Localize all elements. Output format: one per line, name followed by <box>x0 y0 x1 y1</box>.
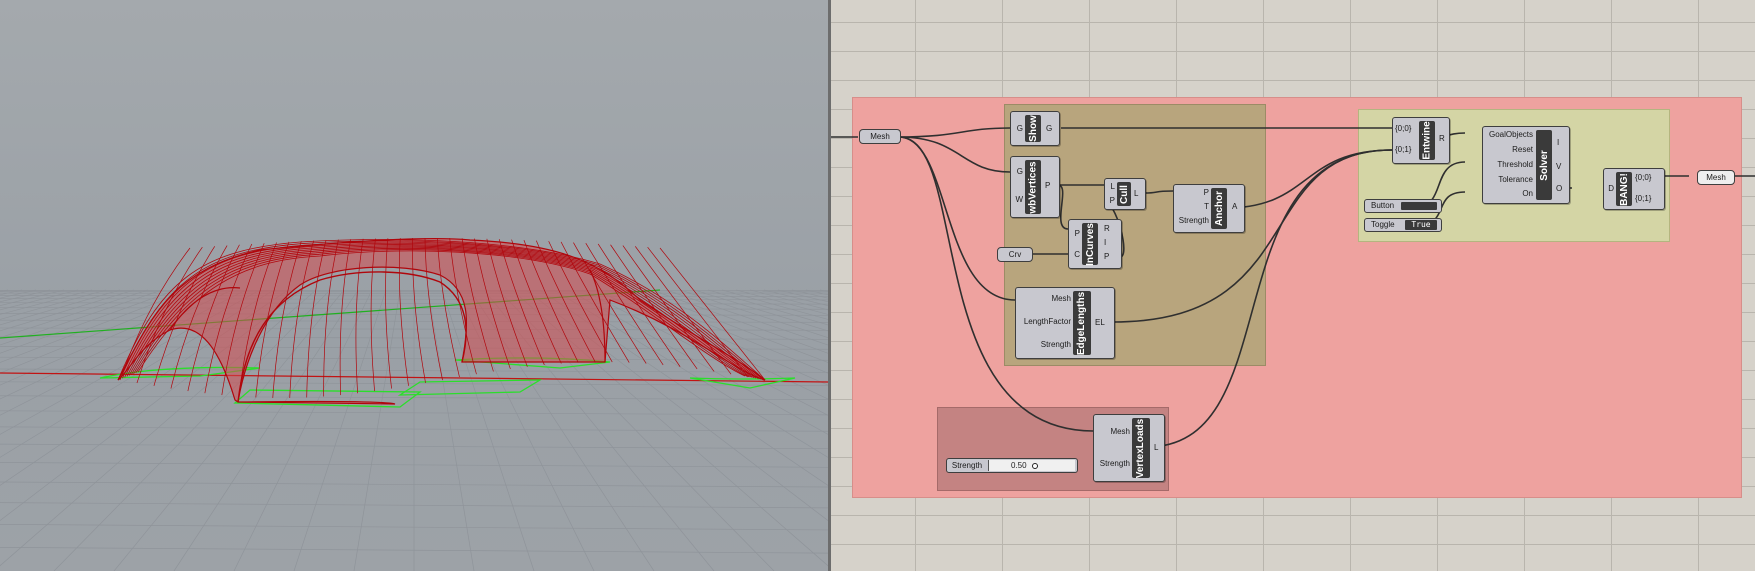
solver-input-tolerance[interactable]: Tolerance <box>1485 175 1533 185</box>
vertexloads-title: VertexLoads <box>1132 418 1150 478</box>
cull-title: Cull <box>1117 182 1131 206</box>
show-component[interactable]: G Show G <box>1010 111 1060 146</box>
grid-line <box>763 289 828 306</box>
grid-line <box>293 289 387 571</box>
anchor-output-a[interactable]: A <box>1232 202 1237 212</box>
entwine-input-0[interactable]: {0;0} <box>1395 124 1417 134</box>
strength-slider[interactable]: Strength 0.50 <box>946 458 1078 473</box>
cull-output-l[interactable]: L <box>1134 189 1138 199</box>
solver-component[interactable]: GoalObjects Reset Threshold Tolerance On… <box>1482 126 1570 204</box>
cull-input-l[interactable]: L <box>1107 182 1115 192</box>
toggle-value[interactable]: True <box>1405 220 1437 230</box>
cull-component[interactable]: L P Cull L <box>1104 178 1146 210</box>
reset-button[interactable]: Button <box>1364 199 1442 213</box>
solver-output-i[interactable]: I <box>1557 138 1559 148</box>
edgelengths-component[interactable]: Mesh LengthFactor Strength EdgeLengths E… <box>1015 287 1115 359</box>
strength-slider-label: Strength <box>951 461 983 470</box>
wire-mesh-wbvertices <box>898 136 1011 173</box>
bang-output-1[interactable]: {0;1} <box>1635 194 1651 204</box>
entwine-title: Entwine <box>1419 121 1435 160</box>
wire-edge-entwine <box>1112 149 1393 323</box>
wire-mesh-show <box>898 127 1011 138</box>
incurves-output-r[interactable]: R <box>1104 224 1110 234</box>
anchor-curve <box>397 379 543 396</box>
grid-line <box>0 289 205 374</box>
show-input-g[interactable]: G <box>1014 124 1023 134</box>
construction-grid <box>0 289 828 571</box>
boolean-toggle[interactable]: Toggle True <box>1364 218 1442 232</box>
bang-output-0[interactable]: {0;0} <box>1635 173 1651 183</box>
grid-line <box>353 289 401 571</box>
wire-mesh-vertexloads <box>898 136 1094 432</box>
output-mesh-param[interactable]: Mesh <box>1697 170 1735 185</box>
solver-input-threshold[interactable]: Threshold <box>1485 160 1533 170</box>
wbvertices-input-g[interactable]: G <box>1014 167 1023 177</box>
edgelengths-input-lengthfactor[interactable]: LengthFactor <box>1018 317 1071 327</box>
grid-line <box>0 289 219 386</box>
wbvertices-component[interactable]: G W wbVertices P <box>1010 156 1060 218</box>
anchor-title: Anchor <box>1211 188 1227 229</box>
viewport-scene <box>0 237 828 571</box>
incurves-output-i[interactable]: I <box>1104 238 1106 248</box>
grid-line <box>805 289 828 296</box>
mesh-param[interactable]: Mesh <box>859 129 901 144</box>
bang-input-d[interactable]: D <box>1606 184 1614 194</box>
solver-output-v[interactable]: V <box>1556 162 1561 172</box>
incurves-input-c[interactable]: C <box>1072 250 1080 260</box>
grid-line <box>0 289 65 306</box>
rhino-viewport[interactable] <box>0 0 828 571</box>
vertexloads-input-strength[interactable]: Strength <box>1096 459 1130 469</box>
vertexloads-input-mesh[interactable]: Mesh <box>1096 427 1130 437</box>
grid-line <box>0 289 79 311</box>
entwine-output-r[interactable]: R <box>1439 134 1445 144</box>
strength-slider-track[interactable]: 0.50 <box>988 460 1075 471</box>
incurves-output-p[interactable]: P <box>1104 252 1109 262</box>
bang-component[interactable]: D BANG! {0;0} {0;1} <box>1603 168 1665 210</box>
grid-line <box>0 289 23 296</box>
crv-param[interactable]: Crv <box>997 247 1033 262</box>
bang-title: BANG! <box>1616 172 1632 206</box>
edgelengths-input-strength[interactable]: Strength <box>1018 340 1071 350</box>
anchor-input-strength[interactable]: Strength <box>1176 216 1209 226</box>
strength-slider-knob[interactable] <box>1032 463 1038 469</box>
entwine-component[interactable]: {0;0} {0;1} Entwine R <box>1392 117 1450 164</box>
wbvertices-input-w[interactable]: W <box>1014 195 1023 205</box>
vertexloads-output-l[interactable]: L <box>1154 443 1158 453</box>
incurves-title: InCurves <box>1082 223 1098 265</box>
show-title: Show <box>1025 115 1041 142</box>
wire-cull-anchor <box>1143 190 1174 194</box>
grid-line <box>53 289 331 571</box>
edgelengths-title: EdgeLengths <box>1073 291 1091 355</box>
solver-output-o[interactable]: O <box>1556 184 1562 194</box>
anchor-input-t[interactable]: T <box>1176 202 1209 212</box>
anchor-input-p[interactable]: P <box>1176 188 1209 198</box>
vertexloads-component[interactable]: Mesh Strength VertexLoads L <box>1093 414 1165 482</box>
incurves-component[interactable]: P C InCurves R I P <box>1068 219 1122 269</box>
wbvertices-output-p[interactable]: P <box>1045 181 1050 191</box>
edgelengths-input-mesh[interactable]: Mesh <box>1018 294 1071 304</box>
strength-slider-value: 0.50 <box>1011 461 1027 470</box>
solver-input-goalobjects[interactable]: GoalObjects <box>1485 130 1533 140</box>
mesh-edge-col <box>647 246 749 378</box>
toggle-label: Toggle <box>1371 220 1395 229</box>
incurves-input-p[interactable]: P <box>1072 229 1080 239</box>
anchor-component[interactable]: P T Strength Anchor A <box>1173 184 1245 233</box>
solver-title: Solver <box>1536 130 1552 200</box>
edgelengths-output-el[interactable]: EL <box>1095 318 1105 328</box>
grid-line <box>749 289 828 311</box>
wbvertices-title: wbVertices <box>1025 160 1041 214</box>
grid-line <box>0 289 135 332</box>
show-output-g[interactable]: G <box>1046 124 1052 134</box>
wires-layer <box>831 127 1755 448</box>
solver-input-on[interactable]: On <box>1485 189 1533 199</box>
solver-input-reset[interactable]: Reset <box>1485 145 1533 155</box>
button-face[interactable] <box>1401 202 1437 210</box>
cull-input-p[interactable]: P <box>1107 196 1115 206</box>
grasshopper-canvas[interactable]: Mesh G Show G G W wbVertices P L P Cull … <box>831 0 1755 571</box>
entwine-input-1[interactable]: {0;1} <box>1395 145 1417 155</box>
button-label: Button <box>1371 201 1395 210</box>
